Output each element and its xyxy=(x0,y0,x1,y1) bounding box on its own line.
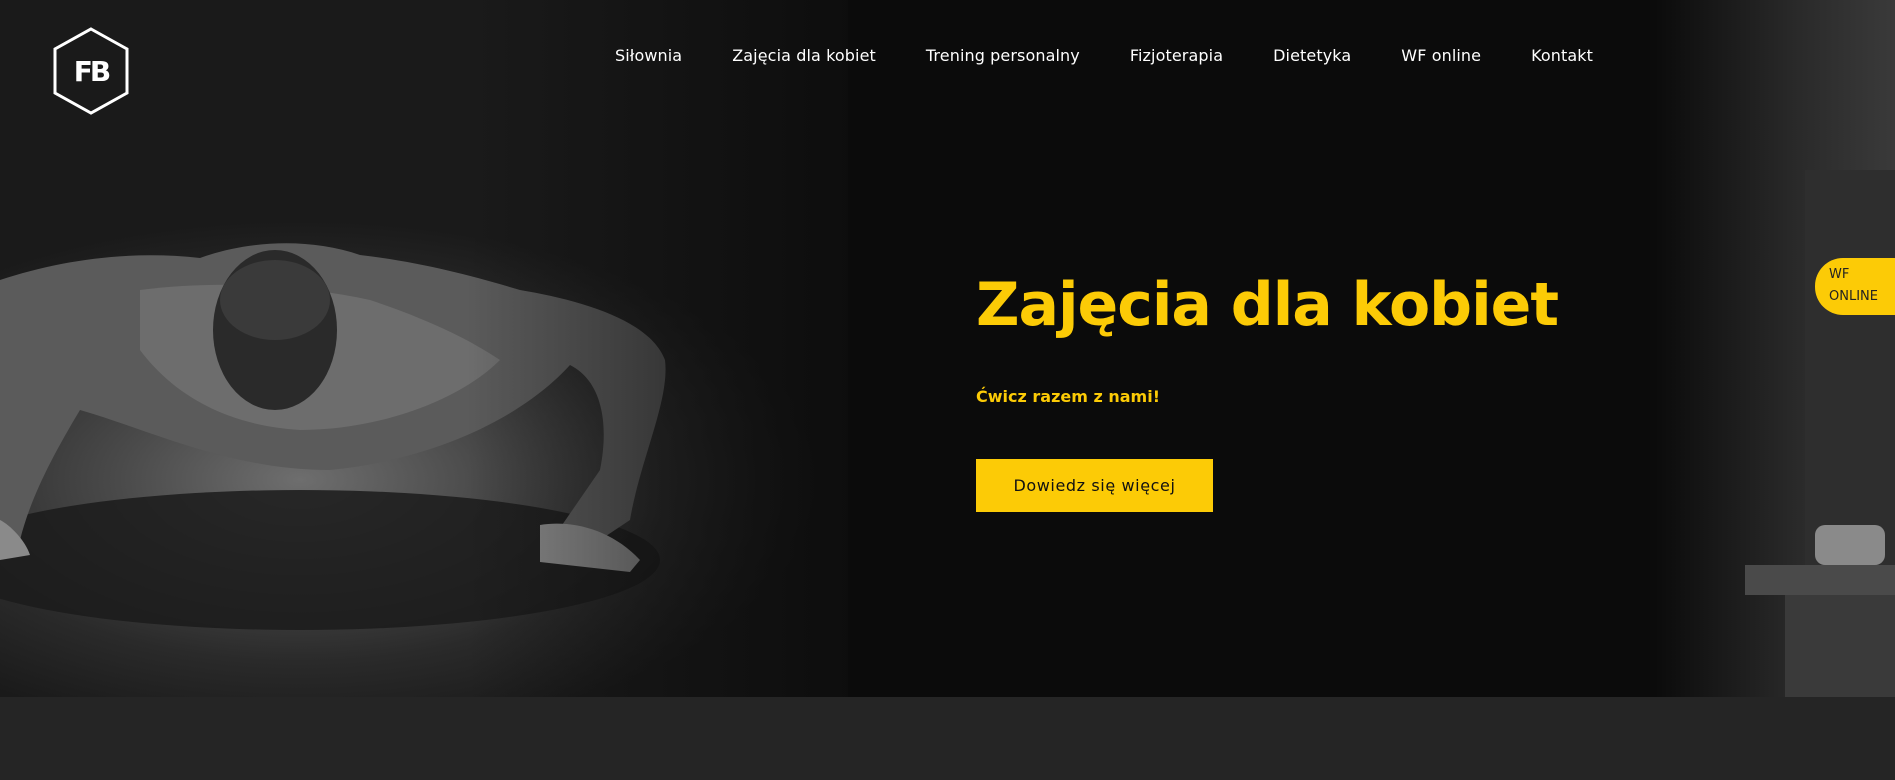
logo-text: FB xyxy=(74,55,110,88)
nav-item-silownia[interactable]: Siłownia xyxy=(615,46,682,65)
gym-equipment-icon xyxy=(1745,170,1895,697)
hero-section: FB Siłownia Zajęcia dla kobiet Trening p… xyxy=(0,0,1895,697)
nav-item-fizjoterapia[interactable]: Fizjoterapia xyxy=(1130,46,1223,65)
hero-right-photo xyxy=(1655,0,1895,697)
page: FB Siłownia Zajęcia dla kobiet Trening p… xyxy=(0,0,1895,780)
nav-item-zajecia-dla-kobiet[interactable]: Zajęcia dla kobiet xyxy=(732,46,876,65)
side-tab-label: WF ONLINE xyxy=(1829,267,1878,304)
hero-subtitle: Ćwicz razem z nami! xyxy=(976,387,1160,406)
main-nav: Siłownia Zajęcia dla kobiet Trening pers… xyxy=(615,46,1593,65)
learn-more-button[interactable]: Dowiedz się więcej xyxy=(976,459,1213,512)
next-section xyxy=(0,697,1895,780)
nav-item-kontakt[interactable]: Kontakt xyxy=(1531,46,1593,65)
nav-item-trening-personalny[interactable]: Trening personalny xyxy=(926,46,1080,65)
hexagon-logo-icon: FB xyxy=(53,27,129,115)
nav-item-dietetyka[interactable]: Dietetyka xyxy=(1273,46,1351,65)
nav-item-wf-online[interactable]: WF online xyxy=(1401,46,1481,65)
wf-online-side-tab[interactable]: WF ONLINE xyxy=(1815,258,1895,315)
hero-title: Zajęcia dla kobiet xyxy=(976,270,1559,340)
site-logo[interactable]: FB xyxy=(52,27,130,115)
